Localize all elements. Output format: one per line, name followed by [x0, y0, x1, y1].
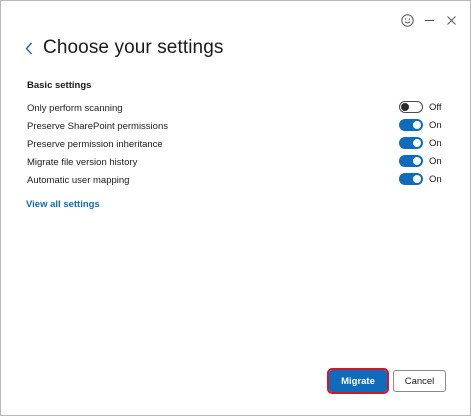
toggle-state: On	[429, 173, 442, 185]
toggle-state: On	[429, 119, 442, 131]
view-all-settings-link[interactable]: View all settings	[26, 199, 100, 210]
minimize-icon[interactable]	[418, 11, 440, 29]
toggle-state: On	[429, 155, 442, 167]
setting-label: Migrate file version history	[27, 156, 138, 168]
scanning-toggle[interactable]: Off	[399, 101, 442, 113]
section-heading: Basic settings	[27, 80, 92, 91]
setting-row-permission-inheritance: Preserve permission inheritance On	[27, 135, 447, 153]
setting-label: Automatic user mapping	[27, 174, 130, 186]
app-window: Choose your settings Basic settings Only…	[0, 0, 471, 416]
setting-row-scanning: Only perform scanning Off	[27, 99, 447, 117]
user-mapping-toggle[interactable]: On	[399, 173, 442, 185]
settings-list: Only perform scanning Off Preserve Share…	[27, 99, 447, 189]
sharepoint-permissions-toggle[interactable]: On	[399, 119, 442, 131]
cancel-button[interactable]: Cancel	[393, 370, 446, 392]
setting-row-version-history: Migrate file version history On	[27, 153, 447, 171]
smiley-icon[interactable]	[396, 11, 418, 29]
permission-inheritance-toggle[interactable]: On	[399, 137, 442, 149]
close-icon[interactable]	[440, 11, 462, 29]
migrate-button[interactable]: Migrate	[327, 368, 389, 394]
toggle-switch[interactable]	[399, 155, 423, 167]
page-title: Choose your settings	[43, 37, 224, 58]
toggle-switch[interactable]	[399, 173, 423, 185]
page-header: Choose your settings	[25, 37, 224, 59]
toggle-state: Off	[429, 101, 442, 113]
version-history-toggle[interactable]: On	[399, 155, 442, 167]
setting-label: Only perform scanning	[27, 102, 123, 114]
setting-row-sharepoint-permissions: Preserve SharePoint permissions On	[27, 117, 447, 135]
setting-label: Preserve SharePoint permissions	[27, 120, 168, 132]
toggle-switch[interactable]	[399, 119, 423, 131]
chevron-left-icon[interactable]	[25, 38, 37, 58]
window-controls	[396, 11, 462, 29]
toggle-switch[interactable]	[399, 137, 423, 149]
toggle-switch[interactable]	[399, 101, 423, 113]
setting-row-user-mapping: Automatic user mapping On	[27, 171, 447, 189]
toggle-state: On	[429, 137, 442, 149]
setting-label: Preserve permission inheritance	[27, 138, 163, 150]
